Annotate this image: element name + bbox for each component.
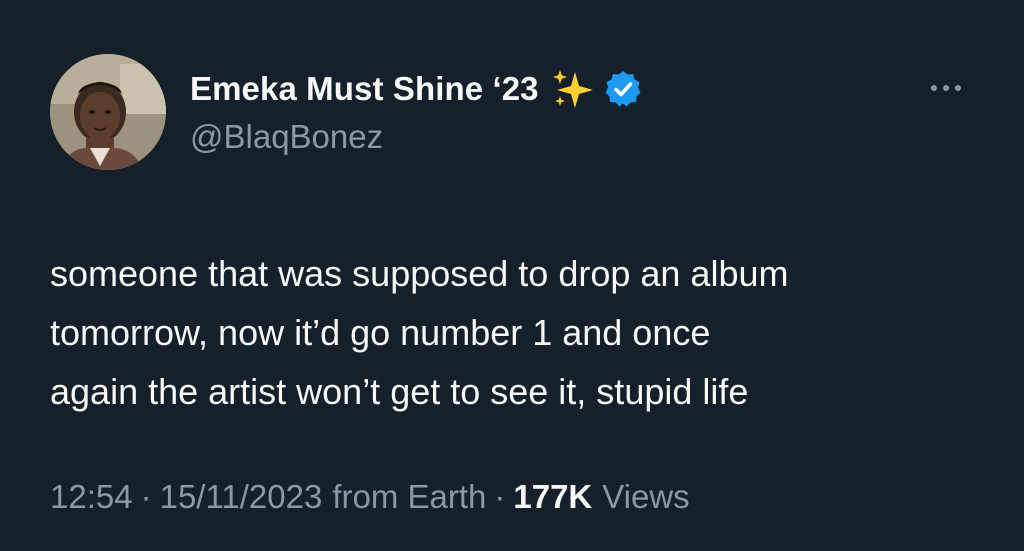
author-display-name[interactable]: Emeka Must Shine ‘23 xyxy=(190,70,539,108)
views-count[interactable]: 177K xyxy=(513,478,592,516)
tweet-text-line: someone that was supposed to drop an alb… xyxy=(50,253,789,294)
meta-separator: · xyxy=(140,478,152,515)
more-options-button[interactable] xyxy=(924,70,968,106)
sparkles-icon xyxy=(551,68,595,110)
more-dots-icon xyxy=(931,85,961,91)
tweet-text-line: again the artist won’t get to see it, st… xyxy=(50,371,749,412)
tweet-card: Emeka Must Shine ‘23 @BlaqBonez someone … xyxy=(0,0,1024,551)
tweet-meta-row: 12:54 · 15/11/2023 from Earth · 177K Vie… xyxy=(50,478,690,516)
author-handle[interactable]: @BlaqBonez xyxy=(190,118,383,156)
tweet-date[interactable]: 15/11/2023 xyxy=(160,478,323,516)
meta-separator: · xyxy=(494,478,506,515)
tweet-text-line: tomorrow, now it’d go number 1 and once xyxy=(50,312,711,353)
avatar[interactable] xyxy=(50,54,166,170)
tweet-time[interactable]: 12:54 xyxy=(50,478,133,516)
views-label: Views xyxy=(602,478,690,515)
author-name-row: Emeka Must Shine ‘23 xyxy=(190,66,643,112)
verified-badge-icon[interactable] xyxy=(603,69,643,109)
tweet-source: from Earth xyxy=(332,478,487,515)
tweet-text: someone that was supposed to drop an alb… xyxy=(50,244,990,421)
avatar-photo-icon xyxy=(50,54,166,170)
